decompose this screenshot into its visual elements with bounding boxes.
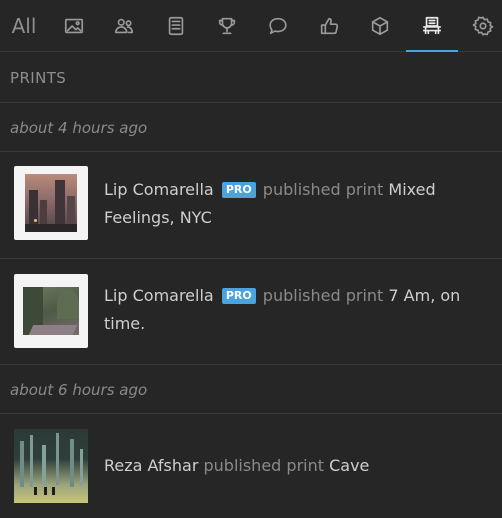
trophy-icon (218, 17, 236, 35)
tab-prints[interactable] (406, 0, 458, 52)
activity-action: published print (262, 180, 384, 199)
user-link[interactable]: Lip Comarella (104, 180, 214, 199)
tab-all[interactable]: All (4, 0, 44, 52)
activity-action: published print (203, 456, 325, 475)
thumbs-up-icon (320, 17, 339, 35)
tab-settings[interactable] (466, 0, 500, 52)
image-icon (64, 18, 84, 34)
activity-text: Lip Comarella PRO published print 7 Am, … (104, 282, 484, 338)
tab-stories[interactable] (154, 0, 198, 52)
user-link[interactable]: Lip Comarella (104, 286, 214, 305)
tab-products[interactable] (358, 0, 402, 52)
print-title-link[interactable]: Cave (329, 456, 369, 475)
tab-people[interactable] (102, 0, 146, 52)
comment-icon (269, 17, 287, 35)
book-icon (168, 16, 184, 36)
activity-tab-bar: All (0, 0, 502, 52)
time-group-header: about 4 hours ago (0, 104, 502, 152)
print-thumbnail[interactable] (14, 166, 88, 240)
pro-badge: PRO (221, 182, 256, 198)
tab-comments[interactable] (256, 0, 300, 52)
box-icon (371, 16, 389, 36)
tab-images[interactable] (52, 0, 96, 52)
users-icon (114, 18, 134, 34)
activity-text: Lip Comarella PRO published print Mixed … (104, 176, 484, 232)
list-item: Lip Comarella PRO published print 7 Am, … (0, 260, 502, 365)
print-thumbnail[interactable] (14, 429, 88, 503)
print-thumbnail[interactable] (14, 274, 88, 348)
time-group-header: about 6 hours ago (0, 366, 502, 414)
tab-likes[interactable] (307, 0, 351, 52)
pro-badge: PRO (221, 288, 256, 304)
activity-action: published print (262, 286, 384, 305)
gear-icon (472, 16, 494, 36)
tab-awards[interactable] (205, 0, 249, 52)
print-icon (422, 16, 442, 35)
list-item: Lip Comarella PRO published print Mixed … (0, 153, 502, 259)
section-title: PRINTS (0, 53, 502, 103)
user-link[interactable]: Reza Afshar (104, 456, 198, 475)
activity-text: Reza Afshar published print Cave (104, 452, 484, 480)
list-item: Reza Afshar published print Cave (0, 415, 502, 518)
